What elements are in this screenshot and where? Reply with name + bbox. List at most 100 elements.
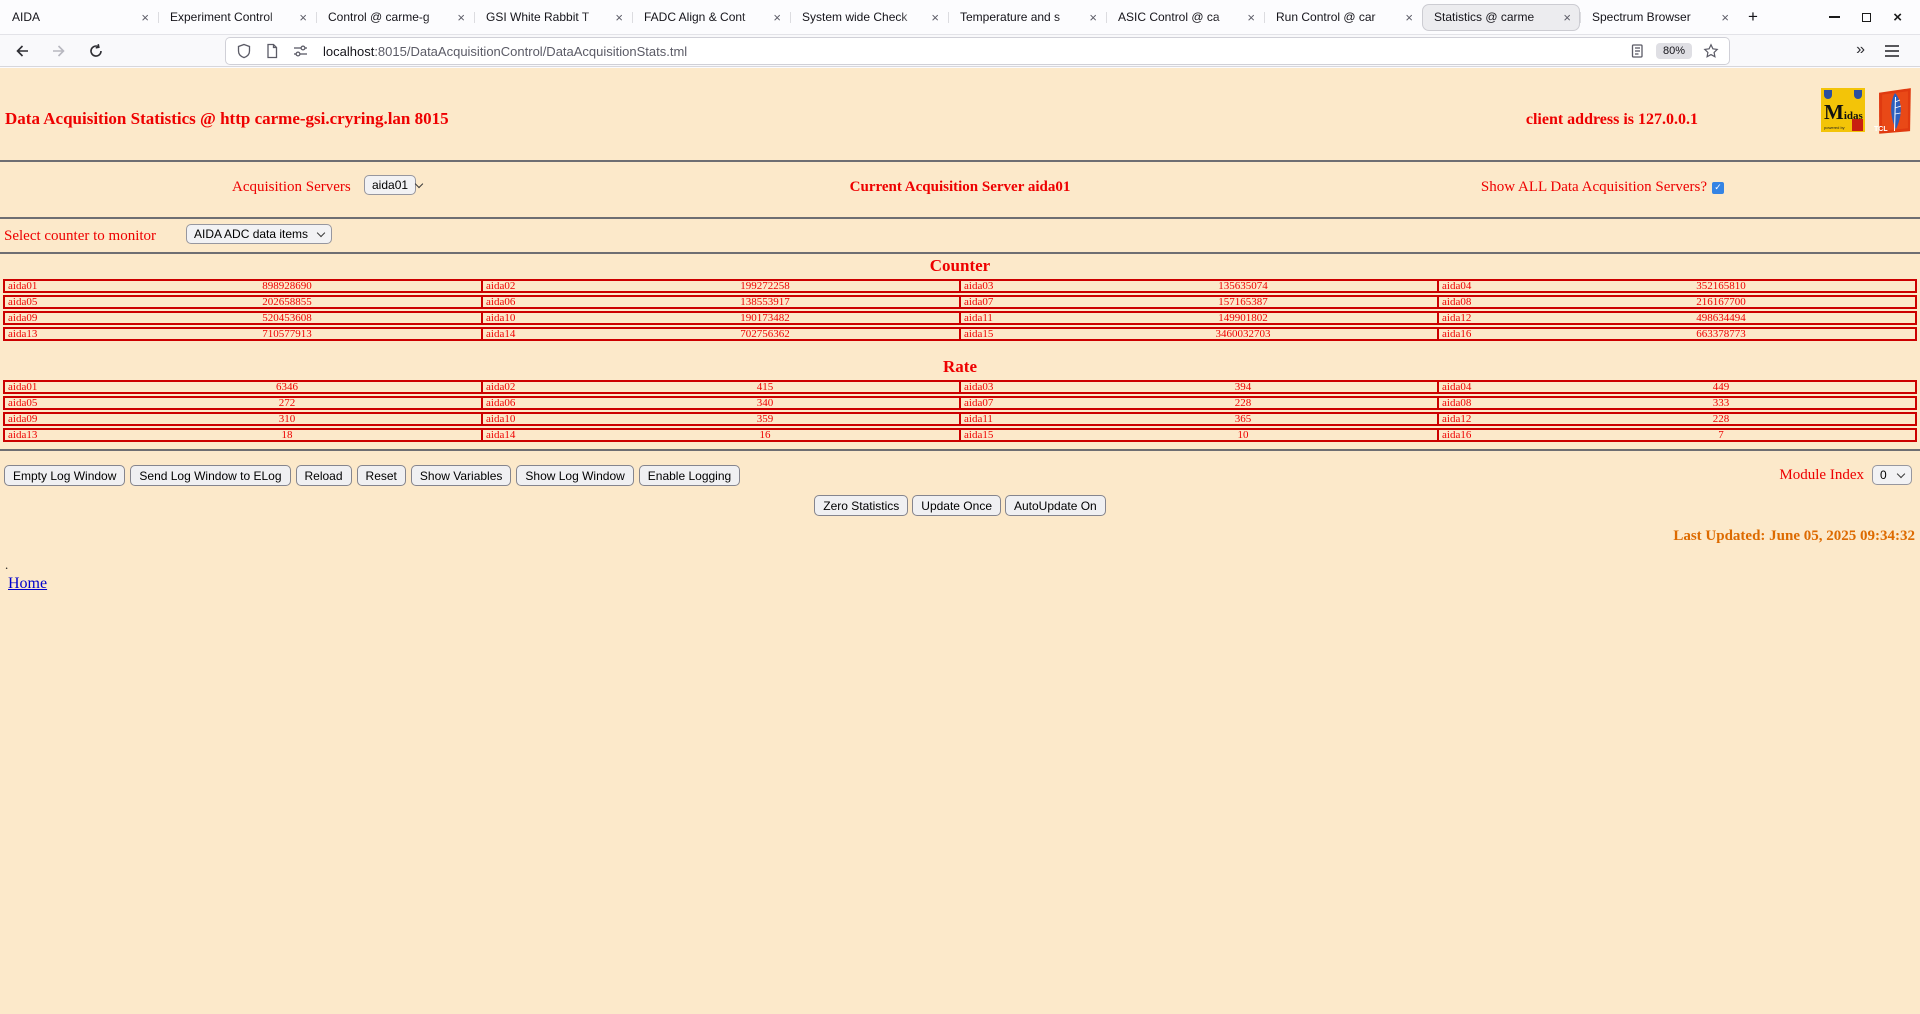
tab-close-icon[interactable]: × bbox=[929, 10, 941, 25]
tab-system-wide-check[interactable]: System wide Check × bbox=[790, 4, 948, 31]
stat-cell-aida16: aida16 663378773 bbox=[1439, 329, 1915, 339]
tab-close-icon[interactable]: × bbox=[1719, 10, 1731, 25]
stat-cell-aida05: aida05 272 bbox=[5, 398, 483, 408]
tab-close-icon[interactable]: × bbox=[139, 10, 151, 25]
server-value: 415 bbox=[756, 382, 774, 392]
maximize-icon[interactable] bbox=[1862, 12, 1872, 22]
tab-close-icon[interactable]: × bbox=[297, 10, 309, 25]
tab-spectrum-browser[interactable]: Spectrum Browser × bbox=[1580, 4, 1738, 31]
server-value: 3460032703 bbox=[1215, 329, 1271, 339]
home-link[interactable]: Home bbox=[8, 575, 47, 592]
toolbar-overflow-icon[interactable]: » bbox=[1856, 41, 1865, 59]
tab-close-icon[interactable]: × bbox=[1561, 10, 1573, 25]
counter-table: aida01 898928690 aida02 199272258 aida03 1356… bbox=[3, 279, 1917, 341]
stat-row: aida13 710577913 aida14 702756362 aida15 3460… bbox=[3, 327, 1917, 341]
tab-close-icon[interactable]: × bbox=[1245, 10, 1257, 25]
server-value: 149901802 bbox=[1218, 313, 1268, 323]
new-tab-button[interactable]: + bbox=[1738, 7, 1768, 27]
tab-close-icon[interactable]: × bbox=[613, 10, 625, 25]
tab-title: Statistics @ carme bbox=[1434, 10, 1535, 24]
tab-gsi-white-rabbit-t[interactable]: GSI White Rabbit T × bbox=[474, 4, 632, 31]
stat-row: aida09 520453608 aida10 190173482 aida11 1499… bbox=[3, 311, 1917, 325]
stat-row: aida05 272 aida06 340 aida07 228 aida08 333 bbox=[3, 396, 1917, 410]
server-name: aida01 bbox=[8, 382, 38, 392]
server-value: 157165387 bbox=[1218, 297, 1268, 307]
server-name: aida01 bbox=[8, 281, 38, 291]
page-title: Data Acquisition Statistics @ http carme… bbox=[5, 109, 449, 128]
empty-log-window-button[interactable]: Empty Log Window bbox=[4, 465, 126, 486]
server-name: aida06 bbox=[486, 297, 516, 307]
midas-mini-logo bbox=[1852, 119, 1863, 131]
tab-close-icon[interactable]: × bbox=[1087, 10, 1099, 25]
forward-icon[interactable] bbox=[51, 43, 67, 59]
bookmark-star-icon[interactable] bbox=[1703, 43, 1719, 59]
tab-asic-control-ca[interactable]: ASIC Control @ ca × bbox=[1106, 4, 1264, 31]
permissions-icon[interactable] bbox=[292, 43, 309, 59]
tab-close-icon[interactable]: × bbox=[1403, 10, 1415, 25]
shield-icon[interactable] bbox=[236, 43, 252, 59]
tab-temperature-and-s[interactable]: Temperature and s × bbox=[948, 4, 1106, 31]
client-address: client address is 127.0.0.1 bbox=[1525, 111, 1698, 128]
show-log-window-button[interactable]: Show Log Window bbox=[516, 465, 634, 486]
stat-row: aida05 202658855 aida06 138553917 aida07 1571… bbox=[3, 295, 1917, 309]
last-updated-text: Last Updated: June 05, 2025 09:34:32 bbox=[1673, 528, 1915, 544]
reload-button[interactable]: Reload bbox=[295, 465, 352, 486]
send-log-window-to-elog-button[interactable]: Send Log Window to ELog bbox=[130, 465, 291, 486]
module-index-group: Module Index 0 bbox=[1779, 465, 1912, 485]
stat-cell-aida09: aida09 520453608 bbox=[5, 313, 483, 323]
autoupdate-on-button[interactable]: AutoUpdate On bbox=[1005, 495, 1106, 516]
tab-control-carme-g[interactable]: Control @ carme-g × bbox=[316, 4, 474, 31]
url-text[interactable]: localhost:8015/DataAcquisitionControl/Da… bbox=[323, 44, 687, 59]
stat-cell-aida11: aida11 149901802 bbox=[961, 313, 1439, 323]
server-value: 228 bbox=[1712, 414, 1730, 424]
show-all-checkbox[interactable]: ✓ bbox=[1712, 181, 1724, 194]
tab-title: GSI White Rabbit T bbox=[486, 10, 590, 24]
server-value: 898928690 bbox=[262, 281, 312, 291]
server-value: 352165810 bbox=[1696, 281, 1746, 291]
tab-aida[interactable]: AIDA × bbox=[0, 4, 158, 31]
tab-statistics-carme[interactable]: Statistics @ carme × bbox=[1422, 3, 1580, 31]
urlbar-leading-icons bbox=[236, 43, 309, 59]
server-value: 6346 bbox=[276, 382, 298, 392]
minimize-icon[interactable] bbox=[1829, 16, 1841, 18]
stat-cell-aida15: aida15 10 bbox=[961, 430, 1439, 440]
midas-logo[interactable]: Midas powered by bbox=[1821, 88, 1865, 132]
menu-icon[interactable] bbox=[1884, 44, 1900, 58]
server-name: aida13 bbox=[8, 329, 38, 339]
reset-button[interactable]: Reset bbox=[356, 465, 406, 486]
stat-row: aida01 6346 aida02 415 aida03 394 aida04 449 bbox=[3, 380, 1917, 394]
module-index-select[interactable]: 0 bbox=[1872, 465, 1912, 485]
url-bar[interactable]: localhost:8015/DataAcquisitionControl/Da… bbox=[226, 38, 1729, 64]
tab-fadc-align-cont[interactable]: FADC Align & Cont × bbox=[632, 4, 790, 31]
server-value: 190173482 bbox=[740, 313, 790, 323]
stat-cell-aida11: aida11 365 bbox=[961, 414, 1439, 424]
tab-title: Temperature and s bbox=[960, 10, 1061, 24]
page-info-icon[interactable] bbox=[264, 43, 280, 59]
server-value: 202658855 bbox=[262, 297, 312, 307]
tab-close-icon[interactable]: × bbox=[771, 10, 783, 25]
tcl-logo[interactable]: TCL bbox=[1871, 88, 1917, 134]
tab-run-control-car[interactable]: Run Control @ car × bbox=[1264, 4, 1422, 31]
update-once-button[interactable]: Update Once bbox=[912, 495, 1001, 516]
reader-mode-icon[interactable] bbox=[1629, 43, 1645, 59]
close-window-icon[interactable]: × bbox=[1893, 10, 1902, 25]
server-name: aida11 bbox=[964, 313, 993, 323]
show-all-label: Show ALL Data Acquisition Servers? bbox=[1480, 179, 1707, 195]
stat-cell-aida03: aida03 394 bbox=[961, 382, 1439, 392]
tab-experiment-control[interactable]: Experiment Control × bbox=[158, 4, 316, 31]
tab-close-icon[interactable]: × bbox=[455, 10, 467, 25]
zero-statistics-button[interactable]: Zero Statistics bbox=[814, 495, 909, 516]
counter-monitor-select[interactable]: AIDA ADC data items bbox=[186, 224, 332, 244]
reload-icon[interactable] bbox=[88, 43, 104, 59]
stat-cell-aida13: aida13 710577913 bbox=[5, 329, 483, 339]
back-icon[interactable] bbox=[14, 43, 30, 59]
zoom-level-badge[interactable]: 80% bbox=[1655, 43, 1692, 59]
show-variables-button[interactable]: Show Variables bbox=[410, 465, 512, 486]
server-value: 333 bbox=[1712, 398, 1730, 408]
enable-logging-button[interactable]: Enable Logging bbox=[638, 465, 741, 486]
stat-cell-aida01: aida01 898928690 bbox=[5, 281, 483, 291]
stat-cell-aida04: aida04 449 bbox=[1439, 382, 1915, 392]
stat-cell-aida02: aida02 199272258 bbox=[483, 281, 961, 291]
counter-heading: Counter bbox=[929, 256, 991, 275]
server-name: aida04 bbox=[1442, 382, 1472, 392]
